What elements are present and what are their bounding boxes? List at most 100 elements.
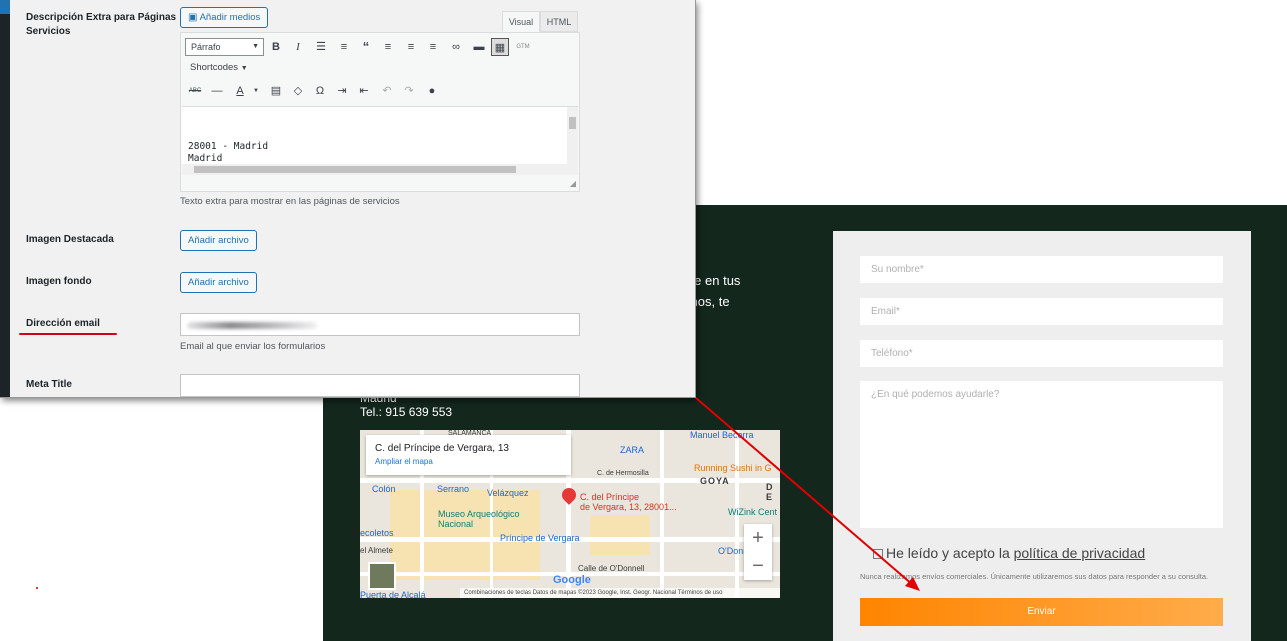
map-label: el Almete bbox=[360, 546, 393, 555]
wp-admin-panel: Descripción Extra para Páginas Servicios… bbox=[0, 0, 696, 398]
tab-visual[interactable]: Visual bbox=[502, 11, 540, 32]
email-address-label: Dirección email bbox=[26, 318, 100, 329]
featured-image-button[interactable]: Añadir archivo bbox=[180, 230, 257, 251]
blurred-email-value bbox=[187, 322, 317, 329]
zoom-in-icon[interactable]: + bbox=[744, 524, 772, 552]
intro-text: erte en tus arnos, te e. bbox=[679, 270, 819, 333]
bullet-list-icon[interactable]: ☰ bbox=[312, 38, 330, 56]
map-label: Museo Arqueológico bbox=[438, 509, 520, 519]
toolbar-toggle-icon[interactable]: ▦ bbox=[491, 38, 509, 56]
paste-text-icon[interactable]: ▤ bbox=[267, 82, 285, 100]
map-label: C. de Hermosilla bbox=[597, 470, 649, 477]
privacy-checkbox[interactable] bbox=[873, 549, 883, 559]
map-label: Running Sushi in G bbox=[694, 463, 772, 473]
redo-icon[interactable]: ↷ bbox=[400, 82, 418, 100]
admin-sidebar-strip bbox=[0, 0, 10, 397]
editor-horizontal-scrollbar[interactable] bbox=[182, 164, 578, 175]
map-enlarge-link[interactable]: Ampliar el mapa bbox=[375, 457, 562, 466]
resize-handle-icon[interactable]: ◢ bbox=[570, 179, 576, 188]
map-label: E bbox=[766, 492, 773, 502]
tab-html[interactable]: HTML bbox=[540, 11, 578, 32]
editor-line: 28001 - Madrid bbox=[188, 141, 269, 152]
phone-field[interactable]: Teléfono* bbox=[860, 340, 1223, 367]
help-icon[interactable]: ● bbox=[423, 82, 441, 100]
intro-line: arnos, te bbox=[679, 294, 730, 309]
screenshot-stage: erte en tus arnos, te e. Madrid Tel.: 91… bbox=[0, 0, 1287, 641]
bold-icon[interactable]: B bbox=[267, 38, 285, 56]
indent-icon[interactable]: ⇥ bbox=[333, 82, 351, 100]
submit-button[interactable]: Enviar bbox=[860, 598, 1223, 626]
link-icon[interactable]: ∞ bbox=[447, 38, 465, 56]
name-field[interactable]: Su nombre* bbox=[860, 256, 1223, 283]
gtm-icon[interactable]: GTM bbox=[514, 38, 532, 56]
meta-title-label: Meta Title bbox=[26, 379, 72, 390]
numbered-list-icon[interactable]: ≡ bbox=[335, 38, 353, 56]
annotation-underline bbox=[19, 333, 117, 335]
chevron-down-icon: ▼ bbox=[252, 43, 259, 50]
align-left-icon[interactable]: ≡ bbox=[379, 38, 397, 56]
italic-icon[interactable]: I bbox=[289, 38, 307, 56]
privacy-policy-link[interactable]: política de privacidad bbox=[1014, 545, 1146, 561]
featured-image-label: Imagen Destacada bbox=[26, 234, 114, 245]
google-map[interactable]: C. del Príncipe de Vergara, 13 Ampliar e… bbox=[360, 430, 780, 598]
map-footer: Combinaciones de teclas Datos de mapas ©… bbox=[460, 588, 780, 598]
extra-description-label: Descripción Extra para Páginas Servicios bbox=[26, 11, 176, 39]
phone-number: Tel.: 915 639 553 bbox=[360, 405, 453, 419]
editor-content-area[interactable]: 28001 - Madrid Madrid bbox=[182, 106, 578, 165]
message-field[interactable]: ¿En qué podemos ayudarle? bbox=[860, 381, 1223, 528]
map-label: D bbox=[766, 482, 773, 492]
editor-vertical-scrollbar[interactable] bbox=[567, 107, 578, 165]
align-right-icon[interactable]: ≡ bbox=[424, 38, 442, 56]
background-image-button[interactable]: Añadir archivo bbox=[180, 272, 257, 293]
email-field[interactable]: Email* bbox=[860, 298, 1223, 325]
map-label: Velázquez bbox=[487, 488, 529, 498]
strikethrough-icon[interactable]: ABC bbox=[186, 82, 204, 100]
map-place-card: C. del Príncipe de Vergara, 13 Ampliar e… bbox=[366, 435, 571, 475]
chevron-down-icon: ▼ bbox=[240, 65, 248, 72]
align-center-icon[interactable]: ≡ bbox=[402, 38, 420, 56]
map-zoom-control: + − bbox=[744, 524, 772, 580]
map-label: Serrano bbox=[437, 484, 470, 494]
shortcodes-label: Shortcodes bbox=[190, 62, 239, 73]
map-place-title: C. del Príncipe de Vergara, 13 bbox=[375, 443, 509, 454]
add-media-button[interactable]: ▣ Añadir medios bbox=[180, 7, 269, 28]
map-pin-label: de Vergara, 13, 28001... bbox=[580, 502, 677, 512]
format-select[interactable]: Párrafo ▼ bbox=[185, 38, 264, 56]
email-address-field[interactable] bbox=[180, 313, 580, 336]
annotation-dot bbox=[36, 587, 38, 589]
extra-description-label-line: Descripción Extra para Páginas bbox=[26, 12, 177, 23]
rich-text-editor: Párrafo ▼ B I ☰ ≡ “ ≡ ≡ ≡ ∞ ▬ ▦ GTM Shor… bbox=[180, 32, 580, 192]
format-select-value: Párrafo bbox=[191, 42, 221, 52]
read-more-icon[interactable]: ▬ bbox=[470, 38, 488, 56]
media-icon: ▣ bbox=[188, 12, 198, 23]
chevron-down-icon[interactable]: ▼ bbox=[247, 82, 265, 100]
map-label: Calle de O'Donnell bbox=[578, 564, 645, 573]
map-label: Nacional bbox=[438, 519, 474, 529]
shortcodes-dropdown[interactable]: Shortcodes ▼ bbox=[190, 62, 248, 73]
undo-icon[interactable]: ↶ bbox=[378, 82, 396, 100]
map-label: ZARA bbox=[620, 445, 645, 455]
clear-formatting-icon[interactable]: ◇ bbox=[289, 82, 307, 100]
special-character-icon[interactable]: Ω bbox=[311, 82, 329, 100]
map-label: Manuel Becerra bbox=[690, 430, 754, 440]
background-image-label: Imagen fondo bbox=[26, 276, 92, 287]
privacy-disclaimer: Nunca realizamos envíos comerciales. Úni… bbox=[860, 572, 1209, 581]
zoom-out-icon[interactable]: − bbox=[744, 552, 772, 580]
horizontal-line-icon[interactable]: — bbox=[208, 82, 226, 100]
meta-title-field[interactable] bbox=[180, 374, 580, 397]
map-label: SALAMANCA bbox=[448, 430, 492, 437]
contact-form: Su nombre* Email* Teléfono* ¿En qué pode… bbox=[833, 231, 1251, 641]
satellite-toggle[interactable] bbox=[368, 562, 396, 590]
map-label: GOYA bbox=[700, 476, 730, 486]
google-logo: Google bbox=[553, 574, 591, 586]
add-media-label: Añadir medios bbox=[199, 12, 261, 23]
map-label: ecoletos bbox=[360, 528, 394, 538]
map-pin-label: C. del Príncipe bbox=[580, 492, 640, 502]
blockquote-icon[interactable]: “ bbox=[357, 38, 375, 56]
outdent-icon[interactable]: ⇤ bbox=[355, 82, 373, 100]
intro-line: e. bbox=[679, 312, 819, 333]
extra-description-label-line: Servicios bbox=[26, 26, 71, 37]
map-label: WiZink Cent bbox=[728, 507, 778, 517]
extra-description-help: Texto extra para mostrar en las páginas … bbox=[180, 196, 400, 207]
privacy-consent[interactable]: He leído y acepto la política de privaci… bbox=[873, 545, 1145, 561]
